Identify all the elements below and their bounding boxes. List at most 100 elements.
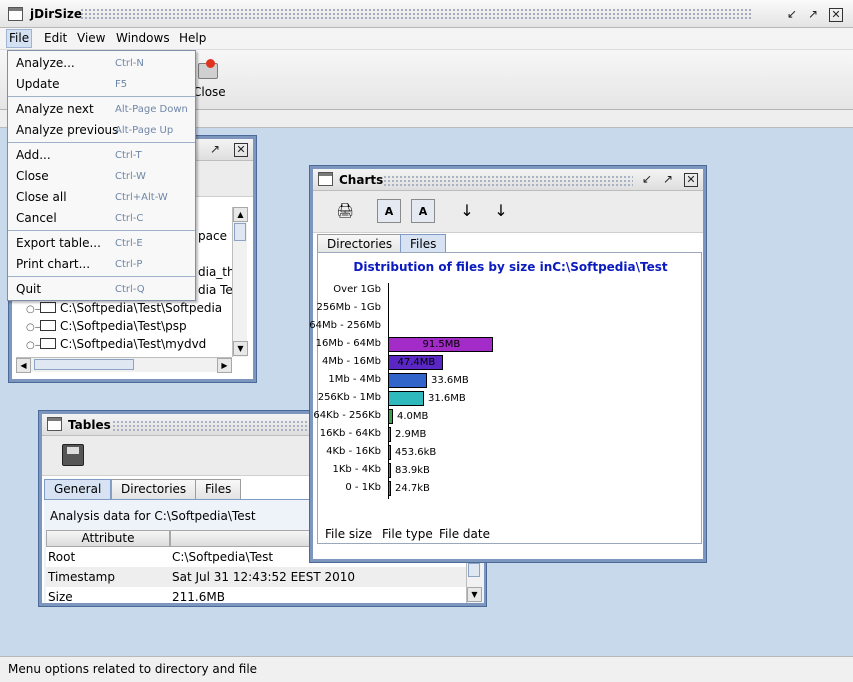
menu-view[interactable]: View [77,31,105,45]
app-titlebar: jDirSize ↙ ↗ ✕ [0,0,853,28]
menu-item-cancel[interactable]: Cancel Ctrl-C [8,208,195,228]
menu-item-close-all[interactable]: Close all Ctrl+Alt-W [8,187,195,207]
category-label: 64Mb - 256Mb [309,320,381,331]
cell-attribute: Root [48,550,76,564]
menu-help[interactable]: Help [179,31,206,45]
scroll-down-icon[interactable]: ▼ [233,341,248,356]
titlebar-grip [383,175,633,186]
scroll-up-icon[interactable]: ▲ [233,207,248,222]
bar[interactable] [388,373,427,388]
table-row[interactable]: Timestamp Sat Jul 31 12:43:52 EEST 2010 [46,567,466,587]
tree-item-partial[interactable]: dia_thu [198,265,232,283]
bar[interactable] [388,445,391,460]
font-decrease-icon[interactable]: A [411,199,435,223]
save-icon[interactable] [62,444,84,466]
menu-item-analyze-next[interactable]: Analyze next Alt-Page Down [8,99,195,119]
footer-tab-file-date[interactable]: File date [439,527,490,541]
scroll-down-icon[interactable]: ▼ [467,587,482,602]
bar-data-label: 83.9kB [395,465,430,476]
bar[interactable] [388,427,391,442]
close-button-label[interactable]: Close [193,85,226,99]
tree-expand-icon[interactable]: ○— [26,304,45,315]
tree-maximize-icon[interactable]: ↗ [208,143,222,157]
folder-icon [40,338,56,349]
tree-expand-icon[interactable]: ○— [26,322,45,333]
tree-item[interactable]: ○— C:\Softpedia\Test\mydvd [26,337,206,355]
tree-item-label: C:\Softpedia\Test\Softpedia [60,301,223,315]
maximize-icon[interactable]: ↗ [806,8,820,22]
tab-files[interactable]: Files [400,234,447,254]
tree-item[interactable]: ○— C:\Softpedia\Test\Softpedia [26,301,222,319]
menu-item-label: Print chart... [16,257,91,271]
tree-item[interactable]: ○— C:\Softpedia\Test\psp [26,319,187,337]
menu-item-update[interactable]: Update F5 [8,74,195,94]
tree-close-icon[interactable]: ✕ [234,143,248,157]
menu-file[interactable]: File [6,29,33,48]
chart-footer-tabs: File size File type File date [318,525,701,545]
column-header-attribute[interactable]: Attribute [46,530,170,547]
category-label: Over 1Gb [333,284,381,295]
footer-tab-file-type[interactable]: File type [382,527,433,541]
menu-item-label: Analyze previous [16,123,119,137]
menu-item-export-table[interactable]: Export table... Ctrl-E [8,233,195,253]
scroll-thumb[interactable] [34,359,134,370]
tree-expand-icon[interactable]: ○— [26,340,45,351]
scroll-left-icon[interactable]: ◀ [16,358,31,373]
bar-data-label: 91.5MB [422,339,461,350]
charts-maximize-icon[interactable]: ↗ [661,173,675,187]
menu-windows[interactable]: Windows [116,31,170,45]
bar-data-label: 4.0MB [397,411,429,422]
footer-tab-file-size[interactable]: File size [325,527,372,541]
menu-item-print-chart[interactable]: Print chart... Ctrl-P [8,254,195,274]
analysis-caption: Analysis data for C:\Softpedia\Test [50,509,256,523]
bar[interactable] [388,463,391,478]
tree-horizontal-scrollbar[interactable]: ◀ ▶ [16,357,232,373]
charts-window-titlebar: Charts ↙ ↗ ✕ [313,169,703,191]
print-icon[interactable]: 🖨 [333,199,357,223]
cell-value: C:\Softpedia\Test [172,550,274,564]
tab-files[interactable]: Files [195,479,242,499]
titlebar-grip [80,8,753,20]
menu-item-label: Analyze next [16,102,94,116]
category-label: 256Mb - 1Gb [316,302,382,313]
menu-edit[interactable]: Edit [44,31,67,45]
close-icon[interactable]: ✕ [829,8,843,22]
save-icon-label-area [67,447,79,454]
menu-item-accel: Ctrl-N [115,58,144,69]
scroll-right-icon[interactable]: ▶ [217,358,232,373]
bar-data-label: 2.9MB [395,429,427,440]
tree-item-label: C:\Softpedia\Test\psp [60,319,187,333]
table-row[interactable]: Size 211.6MB [46,587,466,603]
menu-item-accel: F5 [115,79,128,90]
tree-vertical-scrollbar[interactable]: ▲ ▼ [232,207,248,357]
menu-item-analyze[interactable]: Analyze... Ctrl-N [8,53,195,73]
tab-general[interactable]: General [44,479,112,499]
bar[interactable] [388,481,391,496]
tree-item-partial[interactable]: dia Tes [198,283,232,301]
tab-directories[interactable]: Directories [111,479,197,499]
bar[interactable] [388,409,393,424]
scroll-thumb[interactable] [234,223,246,241]
menu-item-analyze-previous[interactable]: Analyze previous Alt-Page Up [8,120,195,140]
bar-data-label: 47.4MB [397,357,436,368]
tables-window-title: Tables [68,418,111,432]
charts-close-icon[interactable]: ✕ [684,173,698,187]
iconify-icon[interactable]: ↙ [785,8,799,22]
menu-item-accel: Ctrl-T [115,150,142,161]
sort-ascending-icon[interactable]: ↓ [455,199,479,223]
charts-toolbar: 🖨 A A ↓ ↓ [313,191,703,233]
charts-window-title: Charts [339,173,384,187]
menu-item-quit[interactable]: Quit Ctrl-Q [8,279,195,299]
font-increase-icon[interactable]: A [377,199,401,223]
tree-item-partial[interactable]: pace [198,229,227,247]
sort-descending-icon[interactable]: ↓ [489,199,513,223]
tab-directories[interactable]: Directories [317,234,403,254]
close-analysis-icon[interactable] [198,59,218,79]
category-label: 16Kb - 64Kb [319,428,381,439]
charts-iconify-icon[interactable]: ↙ [640,173,654,187]
scroll-thumb[interactable] [468,563,480,577]
menu-item-add[interactable]: Add... Ctrl-T [8,145,195,165]
menu-item-close[interactable]: Close Ctrl-W [8,166,195,186]
menu-item-accel: Ctrl-W [115,171,146,182]
bar[interactable] [388,391,424,406]
